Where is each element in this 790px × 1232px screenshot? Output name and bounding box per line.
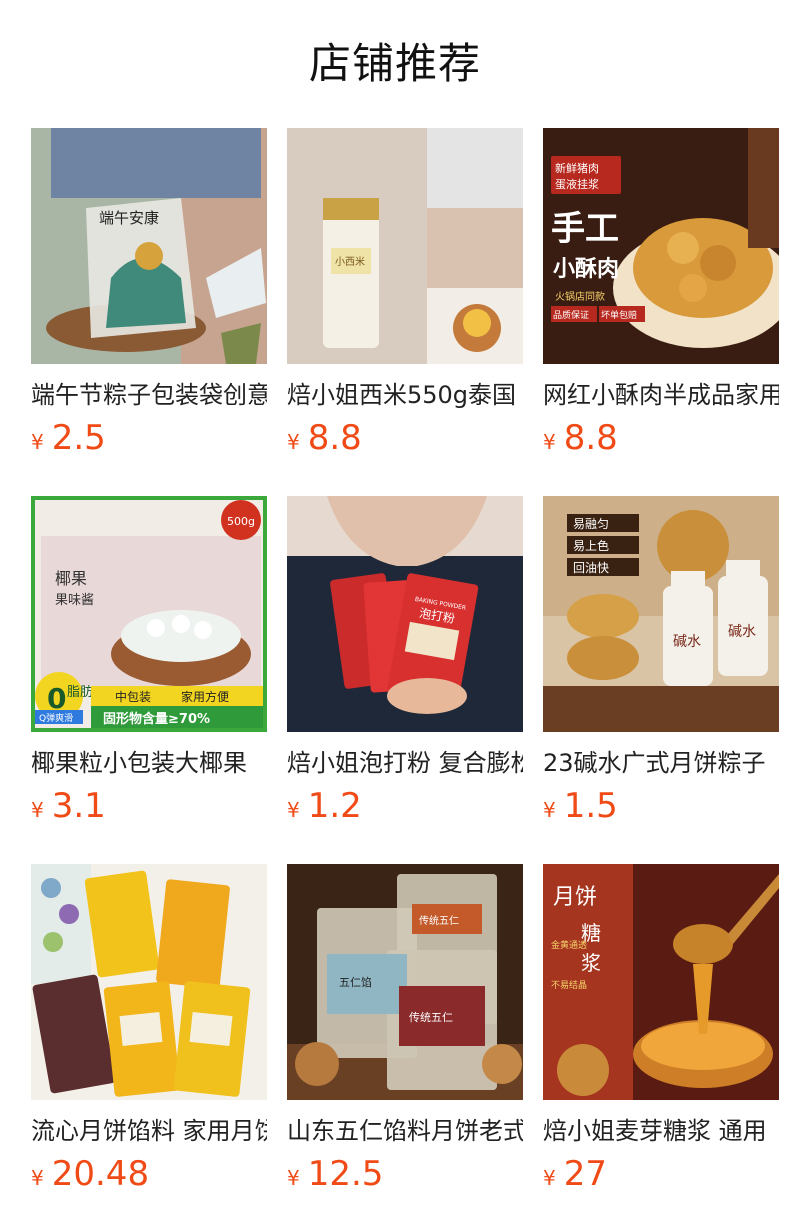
image-text: 传统五仁 <box>419 914 459 927</box>
product-price: ¥ 2.5 <box>31 418 267 458</box>
product-card[interactable]: 碱水 碱水 易融匀 易上色 回油快 23碱水广式月饼粽子 ¥ 1.5 <box>543 496 779 832</box>
price-value: 2.5 <box>51 418 106 458</box>
product-name[interactable]: 流心月饼馅料 家用月饼 <box>31 1114 267 1148</box>
image-text: 不易结晶 <box>551 979 587 991</box>
product-grid: 端午安康 端午节粽子包装袋创意 ¥ 2.5 小西米 焙小姐西米550g泰国 ¥ … <box>31 128 779 1200</box>
currency-symbol: ¥ <box>543 798 556 822</box>
image-text: 小西米 <box>335 255 365 268</box>
product-image[interactable]: 端午安康 <box>31 128 267 364</box>
product-name[interactable]: 焙小姐麦芽糖浆 通用 <box>543 1114 779 1148</box>
product-price: ¥ 1.5 <box>543 786 779 826</box>
product-name[interactable]: 椰果粒小包装大椰果 <box>31 746 267 780</box>
price-value: 27 <box>563 1154 607 1194</box>
image-text: Q弹爽滑 <box>39 712 73 724</box>
product-price: ¥ 12.5 <box>287 1154 523 1194</box>
image-text: 五仁馅 <box>339 975 372 989</box>
image-text: 端午安康 <box>99 209 159 227</box>
currency-symbol: ¥ <box>287 798 300 822</box>
image-text: 品质保证 <box>553 309 589 321</box>
price-value: 1.2 <box>307 786 362 826</box>
currency-symbol: ¥ <box>31 1166 44 1190</box>
product-card[interactable]: 月饼 糖 浆 金黄通透 不易结晶 焙小姐麦芽糖浆 通用 ¥ 27 <box>543 864 779 1200</box>
image-text: 果味酱 <box>55 593 94 608</box>
image-text: 家用方便 <box>181 689 229 704</box>
product-name[interactable]: 端午节粽子包装袋创意 <box>31 378 267 412</box>
currency-symbol: ¥ <box>287 430 300 454</box>
currency-symbol: ¥ <box>543 430 556 454</box>
product-image[interactable]: BAKING POWDER 泡打粉 <box>287 496 523 732</box>
currency-symbol: ¥ <box>543 1166 556 1190</box>
product-card[interactable]: 流心月饼馅料 家用月饼 ¥ 20.48 <box>31 864 267 1200</box>
image-text: 易上色 <box>573 539 609 553</box>
price-value: 20.48 <box>51 1154 150 1194</box>
image-text: 新鲜猪肉 <box>555 161 599 175</box>
image-text: 固形物含量≥70% <box>103 711 210 727</box>
product-image[interactable]: 小西米 <box>287 128 523 364</box>
price-value: 8.8 <box>563 418 618 458</box>
product-image[interactable]: 500g 椰果 果味酱 0 脂肪 Q弹爽滑 中包装 家用方便 固形物含量≥70% <box>31 496 267 732</box>
image-text: 蛋液挂浆 <box>555 177 599 191</box>
product-price: ¥ 27 <box>543 1154 779 1194</box>
image-text: 脂肪 <box>67 684 93 700</box>
page-title: 店铺推荐 <box>308 39 481 88</box>
image-text: 中包装 <box>115 689 151 704</box>
image-text: 回油快 <box>573 561 609 575</box>
product-image[interactable]: 月饼 糖 浆 金黄通透 不易结晶 <box>543 864 779 1100</box>
price-value: 1.5 <box>563 786 618 826</box>
product-card[interactable]: 500g 椰果 果味酱 0 脂肪 Q弹爽滑 中包装 家用方便 固形物含量≥70%… <box>31 496 267 832</box>
product-price: ¥ 20.48 <box>31 1154 267 1194</box>
image-text: 坏单包赔 <box>601 309 637 321</box>
currency-symbol: ¥ <box>287 1166 300 1190</box>
product-price: ¥ 8.8 <box>543 418 779 458</box>
product-name[interactable]: 焙小姐泡打粉 复合膨松剂 <box>287 746 523 780</box>
product-price: ¥ 3.1 <box>31 786 267 826</box>
product-card[interactable]: 端午安康 端午节粽子包装袋创意 ¥ 2.5 <box>31 128 267 464</box>
product-name[interactable]: 焙小姐西米550g泰国 <box>287 378 523 412</box>
image-text: 传统五仁 <box>409 1011 453 1024</box>
product-image[interactable]: 五仁馅 传统五仁 传统五仁 <box>287 864 523 1100</box>
price-value: 12.5 <box>307 1154 384 1194</box>
product-name[interactable]: 23碱水广式月饼粽子 <box>543 746 779 780</box>
product-image[interactable]: 碱水 碱水 易融匀 易上色 回油快 <box>543 496 779 732</box>
product-name[interactable]: 山东五仁馅料月饼老式 <box>287 1114 523 1148</box>
image-text: 月饼 <box>553 885 597 910</box>
product-card[interactable]: 新鲜猪肉 蛋液挂浆 手工 小酥肉 火锅店同款 品质保证 坏单包赔 网红小酥肉半成… <box>543 128 779 464</box>
currency-symbol: ¥ <box>31 430 44 454</box>
price-value: 3.1 <box>51 786 106 826</box>
product-card[interactable]: 小西米 焙小姐西米550g泰国 ¥ 8.8 <box>287 128 523 464</box>
image-text: 500g <box>227 515 255 528</box>
product-card[interactable]: BAKING POWDER 泡打粉 焙小姐泡打粉 复合膨松剂 ¥ 1.2 <box>287 496 523 832</box>
image-text: 碱水 <box>728 624 756 640</box>
product-card[interactable]: 五仁馅 传统五仁 传统五仁 山东五仁馅料月饼老式 ¥ 12.5 <box>287 864 523 1200</box>
image-text: 易融匀 <box>573 517 609 531</box>
image-text: 浆 <box>581 951 601 975</box>
product-price: ¥ 8.8 <box>287 418 523 458</box>
product-image[interactable]: 新鲜猪肉 蛋液挂浆 手工 小酥肉 火锅店同款 品质保证 坏单包赔 <box>543 128 779 364</box>
product-image[interactable] <box>31 864 267 1100</box>
product-price: ¥ 1.2 <box>287 786 523 826</box>
image-text: 椰果 <box>55 569 87 588</box>
image-text: 金黄通透 <box>551 939 587 951</box>
product-name[interactable]: 网红小酥肉半成品家用 <box>543 378 779 412</box>
image-text: 火锅店同款 <box>555 290 605 303</box>
price-value: 8.8 <box>307 418 362 458</box>
image-text: 手工 <box>551 209 619 249</box>
image-text: 碱水 <box>673 634 701 650</box>
image-text: 小酥肉 <box>553 257 619 282</box>
currency-symbol: ¥ <box>31 798 44 822</box>
